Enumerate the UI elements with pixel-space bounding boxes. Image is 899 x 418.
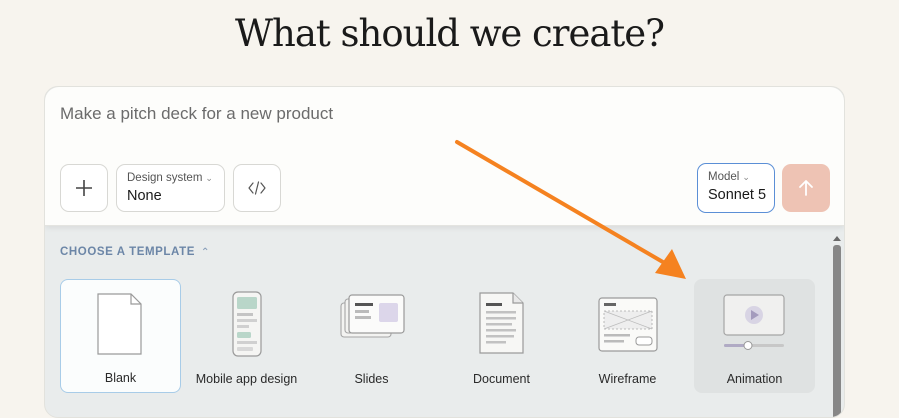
arrow-up-icon: [799, 180, 813, 196]
template-blank[interactable]: Blank: [60, 279, 181, 393]
design-system-select[interactable]: Design system ⌄ None: [116, 164, 225, 212]
template-section-header: CHOOSE A TEMPLATE: [60, 246, 195, 258]
scroll-up-arrow-icon[interactable]: [832, 233, 842, 243]
add-button[interactable]: [60, 164, 108, 212]
page-title: What should we create?: [234, 12, 665, 55]
code-icon: [248, 181, 266, 195]
template-slides[interactable]: Slides: [311, 279, 432, 393]
plus-icon: [76, 180, 92, 196]
template-label: Blank: [104, 371, 137, 385]
template-label: Mobile app design: [195, 372, 298, 386]
scrollbar-thumb[interactable]: [833, 245, 841, 417]
slides-icon: [340, 294, 405, 338]
document-icon: [479, 292, 524, 354]
template-label: Wireframe: [598, 372, 657, 386]
prompt-card: Design system⌄ None Model⌄ Sonnet 5: [45, 87, 844, 226]
model-select[interactable]: Model ⌄ Sonnet 5: [697, 163, 775, 213]
design-system-value: None: [127, 188, 162, 204]
chevron-up-icon: ⌃: [201, 247, 210, 258]
template-document[interactable]: Document: [441, 279, 562, 393]
template-scrollbar[interactable]: [832, 233, 842, 417]
model-value: Sonnet 5: [708, 187, 767, 203]
template-section-toggle[interactable]: CHOOSE A TEMPLATE ⌃: [60, 246, 210, 258]
template-label: Animation: [726, 372, 783, 386]
animation-icon: [723, 294, 785, 350]
template-label: Document: [473, 372, 530, 386]
prompt-input[interactable]: [60, 104, 660, 124]
template-mobile-app-design[interactable]: Mobile app design: [186, 279, 307, 393]
design-system-label: Design system: [127, 172, 203, 184]
create-panel: Design system⌄ None Model⌄ Sonnet 5 CHOO…: [44, 86, 845, 418]
chevron-down-icon: ⌄: [205, 173, 213, 183]
wireframe-icon: [598, 297, 658, 352]
model-label: Model: [708, 171, 740, 183]
blank-page-icon: [97, 293, 142, 355]
chevron-down-icon: ⌄: [742, 172, 750, 182]
template-animation[interactable]: Animation: [694, 279, 815, 393]
template-wireframe[interactable]: Wireframe: [567, 279, 688, 393]
send-button[interactable]: [782, 164, 830, 212]
template-label: Slides: [354, 372, 389, 386]
mobile-phone-icon: [232, 291, 262, 357]
code-button[interactable]: [233, 164, 281, 212]
